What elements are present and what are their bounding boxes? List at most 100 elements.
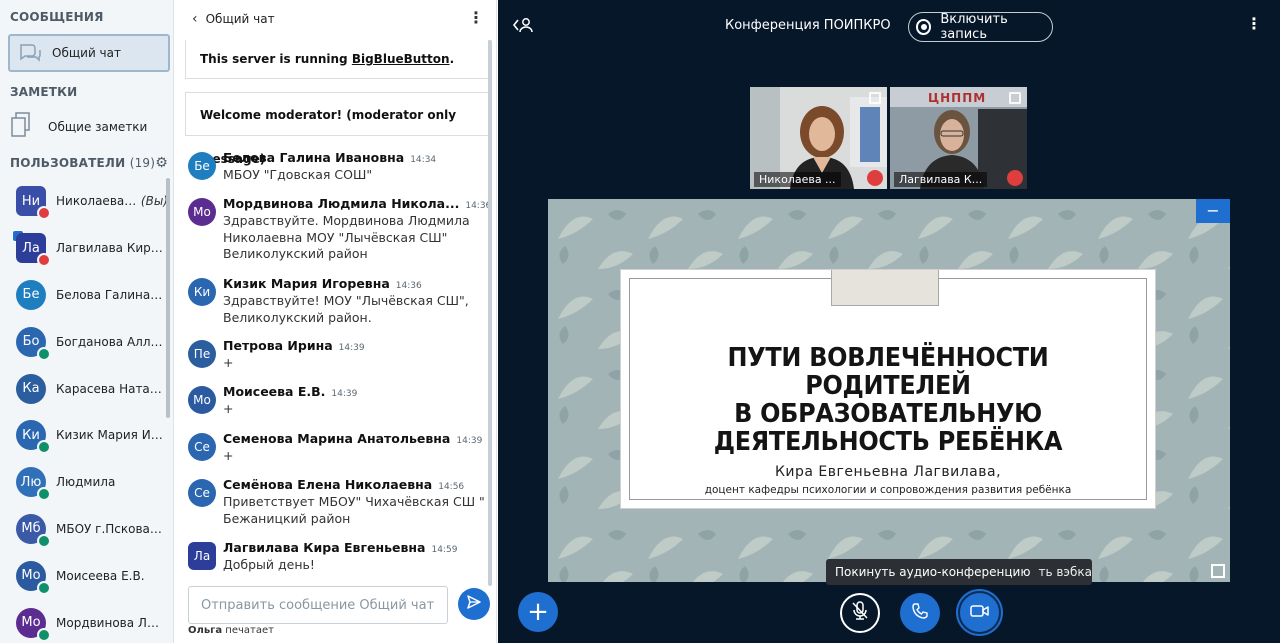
message-time: 14:39 (456, 436, 483, 446)
send-message-button[interactable] (458, 588, 490, 620)
webcam-1-name[interactable]: Николаева ... (754, 172, 841, 187)
leave-audio-tooltip: Покинуть аудио-конференцию ть вэбкамеру (826, 559, 1092, 585)
public-chat-button[interactable]: Общий чат (8, 34, 170, 72)
user-list-item[interactable]: Бо Богданова Алла ... (0, 318, 168, 365)
send-icon (466, 594, 482, 614)
user-avatar: Ка (16, 373, 46, 404)
user-avatar: Мо (16, 560, 51, 595)
user-initials: Мо (21, 615, 41, 631)
message-time: 14:59 (431, 545, 458, 555)
muted-mic-icon (1007, 170, 1023, 186)
message-sender: Кизик Мария Игоревна (223, 276, 390, 291)
slide-author-position: доцент кафедры психологии и сопровождени… (704, 484, 1072, 496)
record-label: Включить запись (940, 12, 1008, 42)
bigbluebutton-link[interactable]: BigBlueButton (352, 52, 450, 66)
chat-scrollbar[interactable] (488, 40, 492, 586)
user-name: МБОУ г.Пскова "С... (56, 521, 164, 536)
welcome-message: Welcome moderator! (moderator only messa… (185, 92, 489, 166)
message-avatar: Мо (188, 386, 216, 414)
minimize-presentation-button[interactable]: − (1196, 199, 1230, 223)
chat-panel: ‹ Общий чат ⋮ This server is running Big… (174, 0, 497, 643)
message-time: 14:39 (338, 343, 365, 353)
user-list-item[interactable]: Ла Лагвилава Кира Е... (0, 225, 168, 272)
webcam-2-name[interactable]: Лагвилава К... (894, 172, 988, 187)
camera-sign-text: ЦНППМ (928, 91, 987, 105)
user-list-item[interactable]: Бе Белова Галина И... (0, 272, 168, 319)
user-list-item[interactable]: Мб МБОУ г.Пскова "С... (0, 506, 168, 553)
user-name: Людмила (56, 475, 116, 490)
users-title-text: ПОЛЬЗОВАТЕЛИ (10, 156, 126, 170)
presentation-area: Конференция ПОИПКРО Включить запись ⋮ Ни… (498, 0, 1280, 643)
chat-message: Бе Белова Галина Ивановна 14:34 МБОУ "Гдовс… (188, 150, 488, 184)
message-sender: Моисеева Е.В. (223, 384, 326, 399)
actions-plus-button[interactable]: + (518, 592, 558, 632)
user-name: Кизик Мария Игор... (56, 428, 164, 443)
user-list: Ни Николаева Л...(Вы) Ла Лагвилава Кира Е..… (0, 178, 168, 643)
user-list-item[interactable]: Мо Мордвинова Люд... (0, 599, 168, 643)
share-webcam-button[interactable] (958, 591, 1001, 634)
message-time: 14:56 (438, 482, 465, 492)
start-recording-button[interactable]: Включить запись (908, 12, 1053, 42)
message-text: Приветствует МБОУ" Чихачёвская СШ " Бежа… (223, 494, 485, 526)
phone-icon (911, 602, 929, 624)
presentation-slide[interactable]: − ПУТИ ВОВЛЕЧЁННОСТИ РОДИТЕЛЕЙ В ОБРАЗОВ… (548, 199, 1230, 582)
fullscreen-icon[interactable] (1211, 564, 1225, 578)
public-chat-label: Общий чат (52, 46, 121, 60)
options-menu-icon[interactable]: ⋮ (1246, 16, 1262, 32)
message-avatar-initials: Мо (193, 205, 211, 219)
user-name: Мордвинова Люд... (56, 615, 164, 630)
headphones-icon (37, 580, 51, 595)
user-list-item[interactable]: Мо Моисеева Е.В. (0, 552, 168, 599)
shared-notes-button[interactable]: Общие заметки (10, 112, 147, 142)
slide-title: ПУТИ ВОВЛЕЧЁННОСТИ РОДИТЕЛЕЙ В ОБРАЗОВАТ… (650, 344, 1127, 456)
headphones-icon (37, 533, 51, 548)
notes-section-title: ЗАМЕТКИ (10, 85, 78, 99)
user-list-item[interactable]: Ки Кизик Мария Игор... (0, 412, 168, 459)
expand-icon[interactable] (1009, 92, 1021, 104)
user-initials: Ла (22, 240, 40, 256)
message-text: + (223, 401, 234, 416)
leave-audio-button[interactable] (900, 593, 940, 633)
message-text: + (223, 355, 234, 370)
expand-icon[interactable] (869, 92, 881, 104)
toggle-user-list-icon[interactable] (512, 16, 534, 38)
user-list-scrollbar[interactable] (166, 178, 170, 418)
message-avatar-initials: Ки (193, 285, 211, 299)
chat-title[interactable]: Общий чат (206, 12, 275, 26)
video-camera-icon (969, 604, 990, 622)
message-avatar: Мо (188, 198, 216, 226)
user-list-item[interactable]: Лю Людмила (0, 459, 168, 506)
message-sender: Лагвилава Кира Евгеньевна (223, 540, 426, 555)
user-name: Николаева Л... (56, 194, 137, 209)
message-text: Добрый день! (223, 557, 315, 572)
user-initials: Бе (22, 287, 40, 303)
user-list-item[interactable]: Ни Николаева Л...(Вы) (0, 178, 168, 225)
message-sender: Семенова Марина Анатольевна (223, 431, 451, 446)
muted-mic-icon (37, 253, 51, 268)
headphones-icon (37, 487, 51, 502)
user-initials: Ка (22, 381, 40, 397)
user-list-item[interactable]: Ка Карасева Наталь... (0, 365, 168, 412)
chat-options-icon[interactable]: ⋮ (468, 10, 484, 26)
microphone-off-icon (850, 600, 870, 626)
typing-user: Ольга (188, 625, 223, 636)
user-name: Лагвилава Кира Е... (56, 241, 164, 256)
tooltip-text-2: ть вэбкамеру (1038, 565, 1092, 579)
unmute-button[interactable] (840, 593, 880, 633)
system-message-prefix: This server is running (200, 52, 352, 66)
chat-message: Пе Петрова Ирина 14:39 + (188, 338, 488, 372)
webcam-tile-1[interactable]: Николаева ... (750, 87, 887, 189)
user-initials: Ки (22, 427, 40, 443)
message-text: МБОУ "Гдовская СОШ" (223, 167, 373, 182)
webcam-tile-2[interactable]: ЦНППМ Лагвилава К... (890, 87, 1027, 189)
chat-message-input[interactable] (188, 586, 448, 624)
user-initials: Мб (21, 521, 41, 537)
user-name: Богданова Алла ... (56, 334, 164, 349)
chevron-left-icon[interactable]: ‹ (192, 11, 198, 27)
headphones-icon (37, 440, 51, 455)
message-time: 14:36 (395, 281, 422, 291)
users-count: (19) (129, 156, 156, 170)
chat-message: Се Семёнова Елена Николаевна 14:56 Приветст… (188, 477, 488, 527)
gear-icon[interactable]: ⚙ (155, 155, 168, 171)
chat-message: Мо Моисеева Е.В. 14:39 + (188, 384, 488, 418)
